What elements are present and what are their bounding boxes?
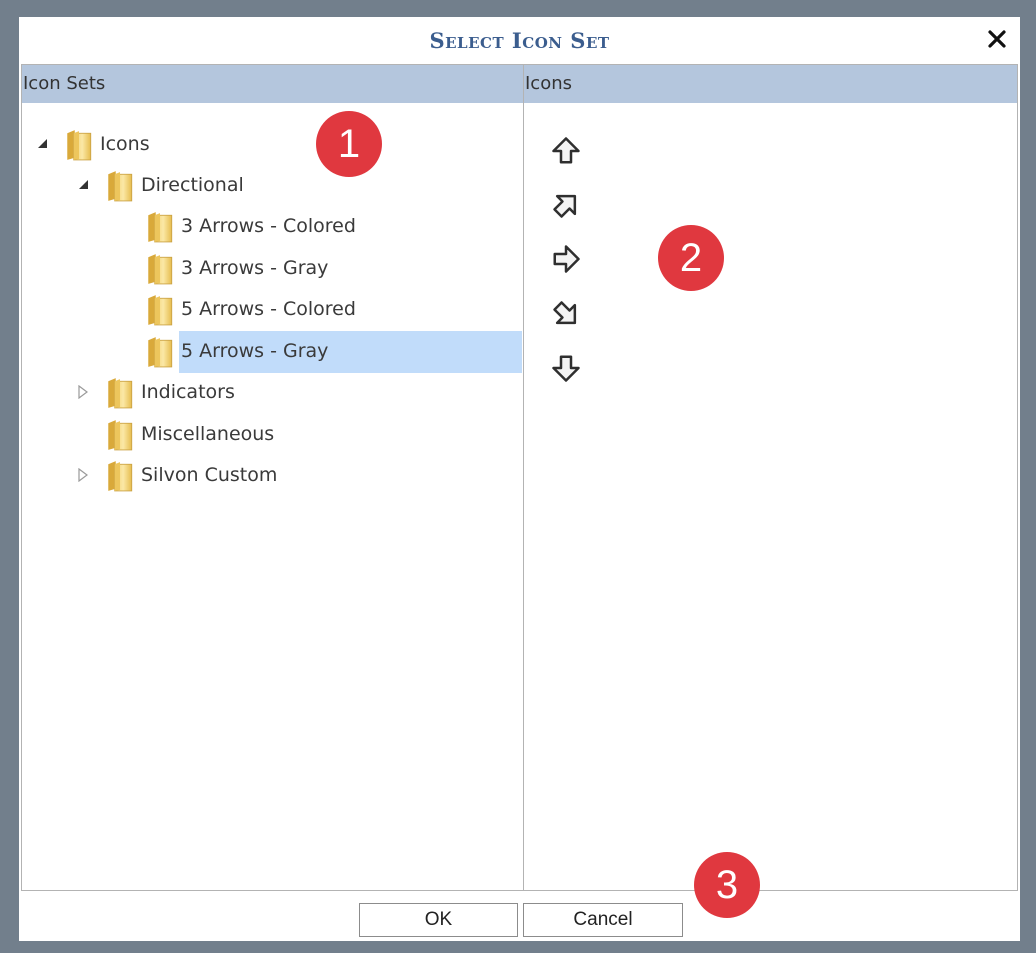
- ok-button[interactable]: OK: [359, 903, 518, 937]
- tree-node-indicators[interactable]: Indicators: [22, 372, 522, 414]
- tree-node-label: Icons: [100, 133, 150, 155]
- tree-node-3-arrows-gray[interactable]: 3 Arrows - Gray: [144, 248, 522, 290]
- tree-node-label: 5 Arrows - Gray: [181, 340, 329, 362]
- tree-node-label: Silvon Custom: [141, 464, 278, 486]
- tree-node-label: Indicators: [141, 381, 235, 403]
- tree-node-label: 3 Arrows - Colored: [181, 215, 356, 237]
- annotation-badge: 2: [658, 225, 724, 291]
- arrow-up-right-icon[interactable]: [551, 190, 581, 220]
- arrow-down-right-icon[interactable]: [551, 299, 581, 329]
- dialog-title: Select Icon Set: [429, 28, 610, 53]
- folder-icon: [146, 336, 174, 368]
- select-icon-set-dialog: Select Icon Set Icon Sets Icons Directio…: [19, 17, 1020, 941]
- tree-node-label: 3 Arrows - Gray: [181, 257, 329, 279]
- folder-icon: [106, 419, 134, 451]
- folder-icon: [106, 170, 134, 202]
- tree-node-5-arrows-gray[interactable]: 5 Arrows - Gray: [144, 331, 522, 373]
- tree-node-icons[interactable]: Icons: [22, 124, 522, 166]
- annotation-badge: 3: [694, 852, 760, 918]
- collapsed-triangle-icon[interactable]: [77, 468, 89, 482]
- folder-icon: [146, 253, 174, 285]
- tree-node-miscellaneous[interactable]: Miscellaneous: [22, 414, 522, 456]
- cancel-button[interactable]: Cancel: [523, 903, 683, 937]
- expanded-triangle-icon[interactable]: [36, 137, 48, 149]
- collapsed-triangle-icon[interactable]: [77, 385, 89, 399]
- folder-icon: [146, 294, 174, 326]
- tree-node-3-arrows-colored[interactable]: 3 Arrows - Colored: [144, 206, 522, 248]
- icon-sets-pane: Icon Sets Icons Directional 3 Arrows - C…: [21, 64, 524, 891]
- icon-sets-header: Icon Sets: [22, 65, 523, 103]
- expanded-triangle-icon[interactable]: [77, 178, 89, 190]
- folder-icon: [146, 211, 174, 243]
- tree-node-label: 5 Arrows - Colored: [181, 298, 356, 320]
- tree-node-directional[interactable]: Directional: [22, 165, 522, 207]
- dialog-title-bar: Select Icon Set: [19, 17, 1020, 63]
- arrow-down-icon[interactable]: [551, 353, 581, 383]
- tree-node-silvon-custom[interactable]: Silvon Custom: [22, 455, 522, 497]
- folder-icon: [106, 377, 134, 409]
- tree-node-label: Miscellaneous: [141, 423, 275, 445]
- icons-header: Icons: [524, 65, 1017, 103]
- icons-pane: Icons: [523, 64, 1018, 891]
- arrow-up-icon[interactable]: [551, 136, 581, 166]
- arrow-right-icon[interactable]: [551, 244, 581, 274]
- close-icon[interactable]: [985, 27, 1009, 51]
- annotation-badge: 1: [316, 111, 382, 177]
- tree-node-5-arrows-colored[interactable]: 5 Arrows - Colored: [144, 289, 522, 331]
- folder-icon: [106, 460, 134, 492]
- dialog-button-bar: OK Cancel: [19, 891, 1020, 941]
- folder-icon: [65, 129, 93, 161]
- tree-node-label: Directional: [141, 174, 244, 196]
